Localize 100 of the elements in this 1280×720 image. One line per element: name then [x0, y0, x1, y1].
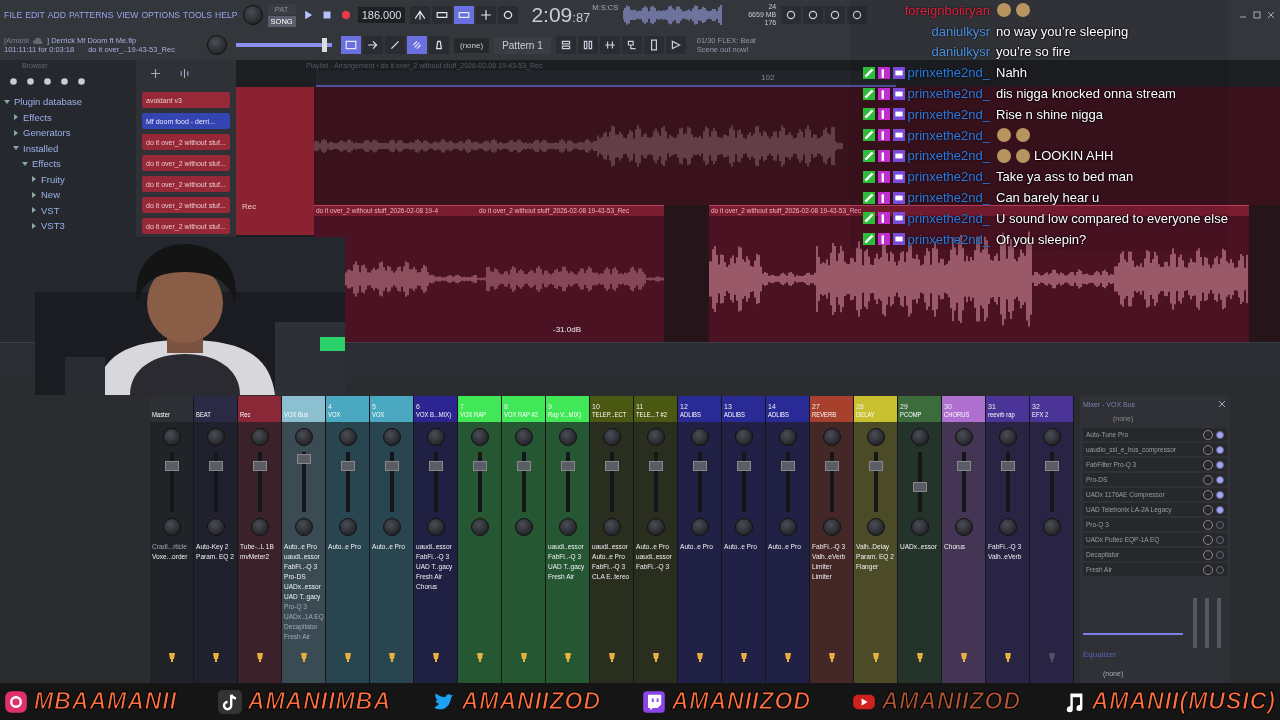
plugin-name[interactable]: uaudi..essor	[592, 542, 628, 552]
fader-thumb[interactable]	[1000, 461, 1015, 472]
close-icon[interactable]	[1217, 399, 1227, 409]
plugin-name[interactable]: Auto-Key 2	[196, 542, 229, 552]
circle-button[interactable]	[847, 6, 868, 24]
chat-username[interactable]: prinxethe2nd_	[907, 148, 990, 164]
plugin-name[interactable]: UADx..essor	[900, 542, 937, 552]
fader-thumb[interactable]	[648, 461, 663, 472]
plugin-name[interactable]: FabFi..-Q 3	[416, 552, 450, 562]
chat-username[interactable]: daniulkysr	[931, 44, 990, 60]
plugin-name[interactable]: UADx..essor	[284, 582, 321, 592]
tree-item[interactable]: Generators	[13, 125, 132, 141]
track-header[interactable]: Rec	[236, 87, 314, 235]
chat-username[interactable]: prinxethe2nd_	[907, 169, 990, 185]
chat-username[interactable]: prinxethe2nd_	[907, 190, 990, 206]
fader-thumb[interactable]	[384, 461, 399, 472]
plugin-name[interactable]: uaudi..essor	[416, 542, 452, 552]
enable-switch[interactable]	[1216, 430, 1224, 439]
fader-thumb[interactable]	[208, 461, 223, 472]
route-switch-icon[interactable]	[870, 651, 881, 663]
plugin-name[interactable]: FabFi..-Q 3	[284, 562, 318, 572]
menu-item[interactable]: OPTIONS	[141, 10, 181, 20]
plugin-name[interactable]: Pro-DS	[284, 572, 306, 582]
plugin-name[interactable]: Chorus	[416, 582, 438, 592]
plugin-name[interactable]: Flanger	[856, 562, 879, 572]
fader-thumb[interactable]	[340, 461, 355, 472]
close-icon[interactable]	[1266, 10, 1276, 20]
chat-username[interactable]: prinxethe2nd_	[907, 127, 990, 143]
route-switch-icon[interactable]	[1002, 651, 1013, 663]
fader-thumb[interactable]	[560, 461, 575, 472]
plugin-name[interactable]: UAD T..gacy	[284, 592, 321, 602]
menu-item[interactable]: PATTERNS	[68, 10, 114, 20]
plugin-name[interactable]: mvMeter2	[240, 552, 270, 562]
enable-switch[interactable]	[1216, 475, 1224, 484]
tree-item[interactable]: Installed	[13, 140, 132, 156]
fader-thumb[interactable]	[780, 461, 795, 472]
fader-thumb[interactable]	[296, 454, 311, 464]
arrow-right-button[interactable]	[363, 36, 383, 54]
route-switch-icon[interactable]	[518, 651, 529, 663]
chat-username[interactable]: prinxethe2nd_	[907, 65, 990, 81]
route-switch-icon[interactable]	[298, 651, 309, 663]
fader-thumb[interactable]	[472, 461, 487, 472]
filter-icon[interactable]	[25, 76, 36, 87]
maximize-icon[interactable]	[1252, 10, 1262, 20]
plugin-name[interactable]: Valh..Delay	[856, 542, 890, 552]
route-switch-icon[interactable]	[606, 651, 617, 663]
route-switch-icon[interactable]	[386, 651, 397, 663]
plugin-name[interactable]: Limiter	[812, 562, 832, 572]
fader-thumb[interactable]	[824, 461, 839, 472]
route-switch-icon[interactable]	[958, 651, 969, 663]
slider-thumb[interactable]	[322, 38, 328, 52]
plugin-name[interactable]: Valh..eVerb	[812, 552, 846, 562]
route-switch-icon[interactable]	[1046, 651, 1057, 663]
chat-username[interactable]: prinxethe2nd_	[907, 106, 990, 122]
arrow-up-button[interactable]	[410, 6, 431, 24]
enable-switch[interactable]	[1216, 505, 1224, 514]
menu-item[interactable]: VIEW	[116, 10, 139, 20]
filter-icon[interactable]	[76, 76, 87, 87]
channel-selector[interactable]: (none)	[454, 37, 490, 53]
menu-item[interactable]: FILE	[4, 10, 23, 20]
tool-button[interactable]	[555, 36, 576, 54]
fader-thumb[interactable]	[956, 461, 971, 472]
waveform-icon[interactable]	[179, 68, 190, 79]
plugin-name[interactable]: Tube-..L 1B	[240, 542, 274, 552]
plugin-name[interactable]: Limiter	[812, 572, 832, 582]
tool-button[interactable]	[665, 36, 686, 54]
circle-button[interactable]	[803, 6, 824, 24]
plugin-name[interactable]: FabFi..-Q 3	[592, 562, 626, 572]
chat-username[interactable]: daniulkysr	[931, 23, 990, 39]
tree-item[interactable]: Fruity	[31, 171, 132, 187]
plugin-name[interactable]: Chorus	[944, 542, 966, 552]
route-switch-icon[interactable]	[826, 651, 837, 663]
fader-thumb[interactable]	[516, 461, 531, 472]
plugin-name[interactable]: Param. EQ 2	[856, 552, 894, 562]
route-switch-icon[interactable]	[914, 651, 925, 663]
fader-thumb[interactable]	[252, 461, 267, 472]
route-switch-icon[interactable]	[254, 651, 265, 663]
route-switch-icon[interactable]	[474, 651, 485, 663]
fader-thumb[interactable]	[736, 461, 751, 472]
fader-thumb[interactable]	[604, 461, 619, 472]
plugin-name[interactable]: Auto..e Pro	[680, 542, 713, 552]
chat-username[interactable]: prinxethe2nd_	[907, 231, 990, 247]
plugin-name[interactable]: Auto..e Pro	[592, 552, 625, 562]
route-switch-icon[interactable]	[782, 651, 793, 663]
plugin-name[interactable]: FabFi..-Q 3	[988, 542, 1022, 552]
chat-username[interactable]: prinxethe2nd_	[907, 86, 990, 102]
tool-button[interactable]	[577, 36, 598, 54]
plugin-name[interactable]: Fresh Air	[416, 572, 443, 582]
route-switch-icon[interactable]	[430, 651, 441, 663]
menu-item[interactable]: ADD	[47, 10, 66, 20]
tree-item[interactable]: Effects	[13, 109, 132, 125]
plugin-name[interactable]: FabFi..-Q 3	[812, 542, 846, 552]
tree-item[interactable]: VST	[31, 202, 132, 218]
fader-thumb[interactable]	[428, 461, 443, 472]
circle-button[interactable]	[498, 6, 519, 24]
filter-icon[interactable]	[42, 76, 53, 87]
enable-switch[interactable]	[1216, 490, 1224, 499]
tempo-display[interactable]: 186.000	[357, 7, 406, 23]
plugin-name[interactable]: Auto..e Pro	[724, 542, 757, 552]
route-switch-icon[interactable]	[694, 651, 705, 663]
